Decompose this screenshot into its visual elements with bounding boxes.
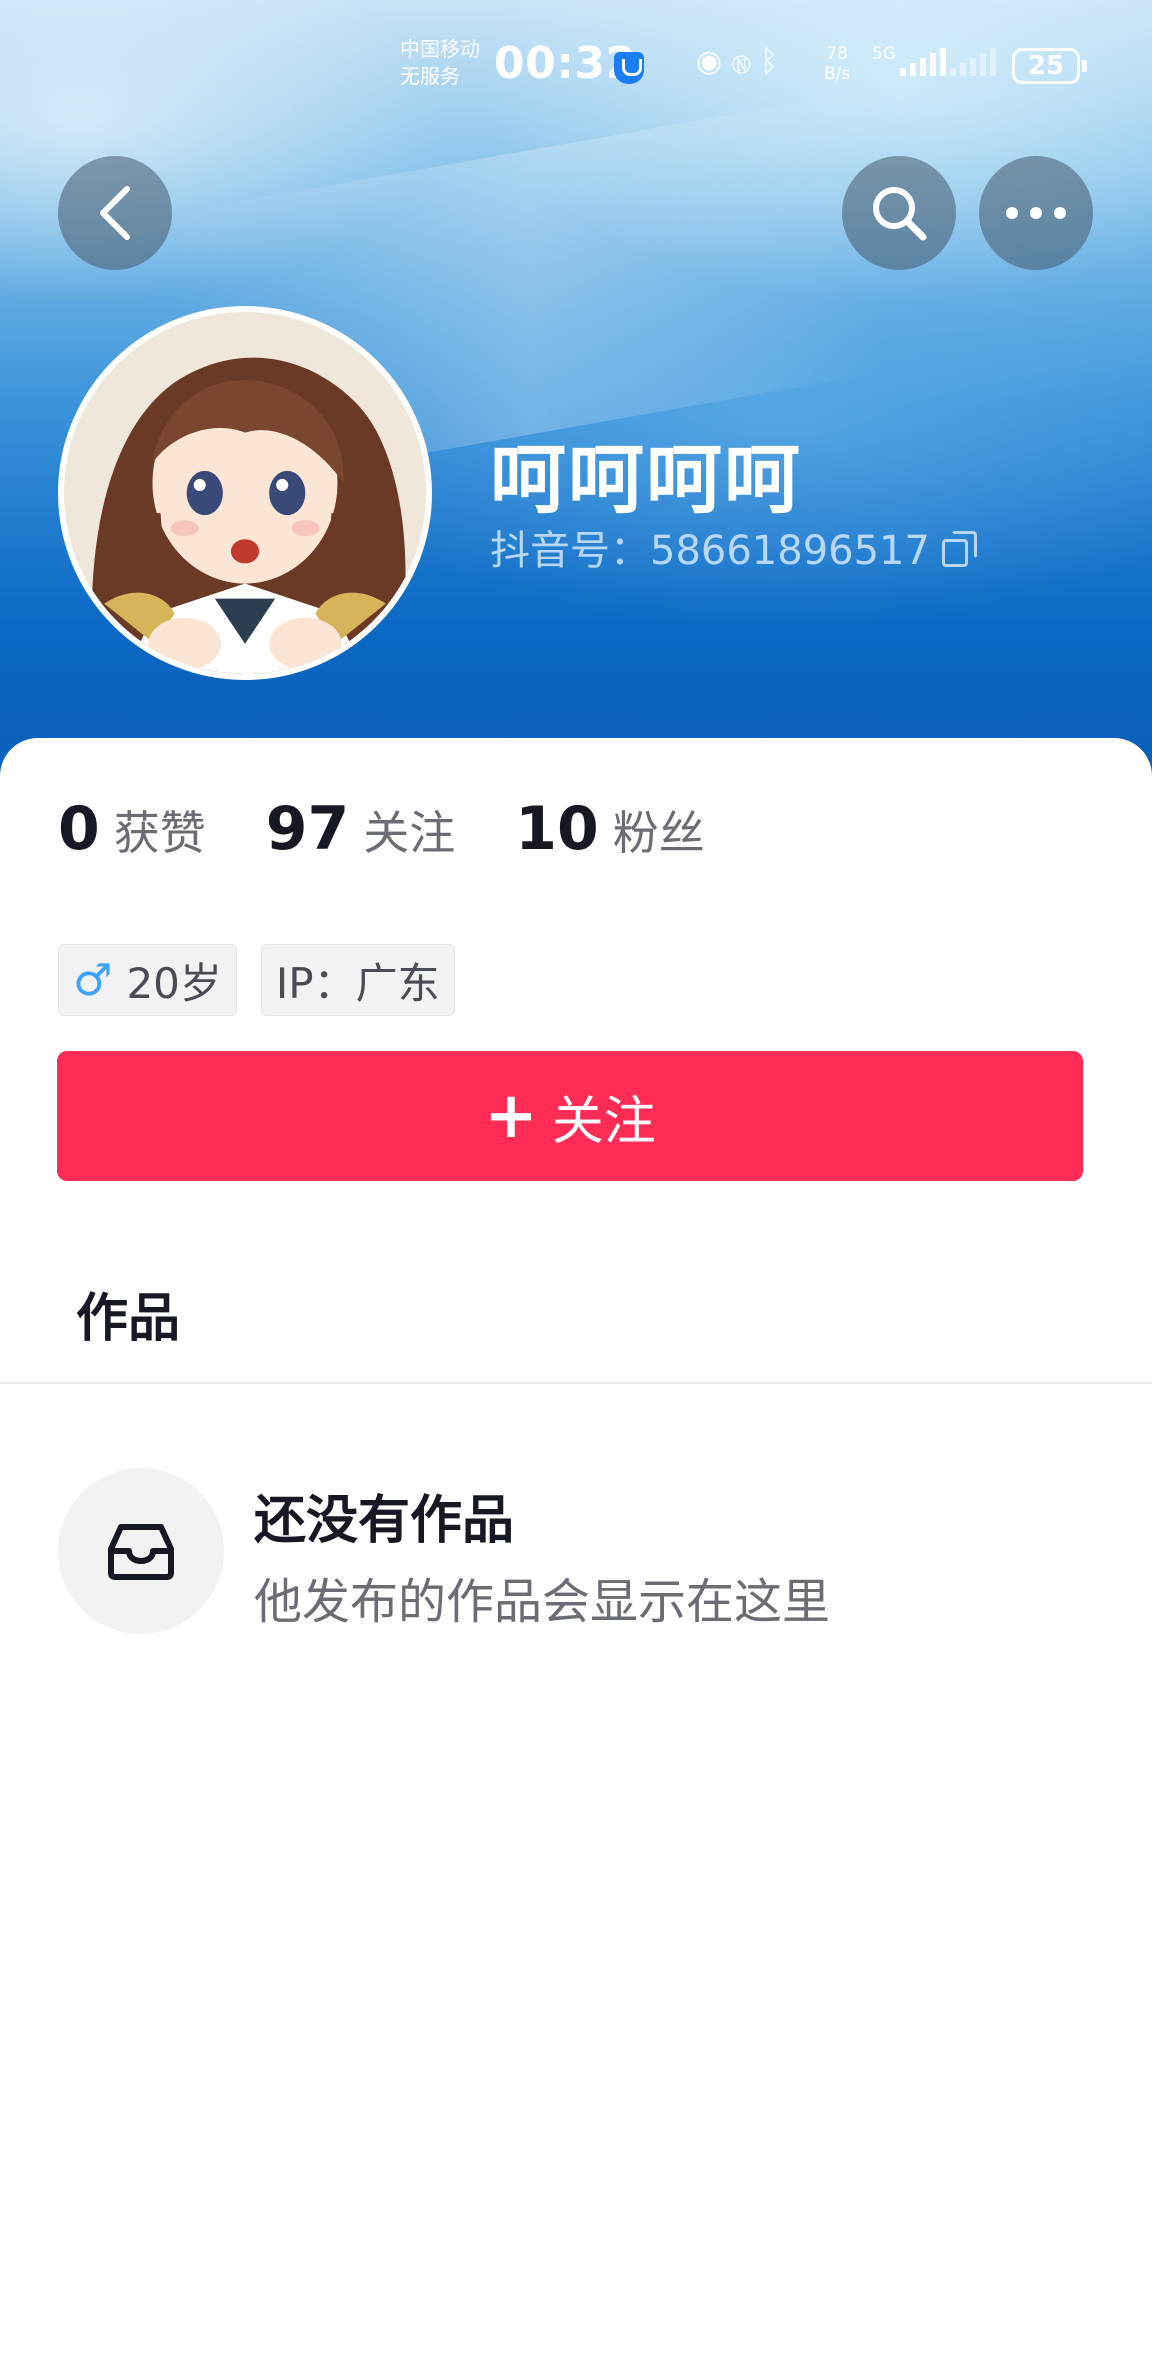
profile-name: 呵呵呵呵	[490, 435, 802, 524]
douyin-id-label: 抖音号：58661896517	[490, 528, 930, 574]
age-text: 20岁	[126, 958, 222, 1008]
inbox-icon	[108, 1524, 174, 1580]
followers-label: 粉丝	[612, 806, 705, 860]
following-count: 97	[265, 794, 350, 864]
shield-icon	[614, 52, 644, 84]
followers-count: 10	[515, 794, 599, 864]
avatar[interactable]	[58, 306, 432, 680]
empty-state-subtitle: 他发布的作品会显示在这里	[254, 1574, 831, 1630]
likes-count: 0	[58, 794, 100, 864]
douyin-id-row[interactable]: 抖音号：58661896517	[490, 518, 977, 576]
male-icon: ♂	[73, 954, 113, 1006]
following-label: 关注	[363, 806, 456, 860]
chevron-left-icon	[100, 186, 130, 240]
tab-divider	[0, 1382, 1152, 1384]
stats-row: 0 获赞 97 关注 10 粉丝	[58, 794, 765, 864]
net-speed-unit: B/s	[824, 64, 851, 84]
empty-state-title: 还没有作品	[254, 1491, 515, 1551]
profile-tags: ♂ 20岁 IP：广东	[58, 944, 455, 1016]
stat-followers[interactable]: 10 粉丝	[515, 794, 705, 864]
profile-page: 中国移动 无服务 00:32 ◉Ⓝᛒ 78 B/s 5G 25 呵呵呵呵 抖音号…	[0, 0, 1152, 2376]
follow-button[interactable]: + 关注	[57, 1051, 1083, 1181]
net-speed-value: 78	[826, 44, 848, 64]
age-tag: ♂ 20岁	[58, 944, 237, 1016]
signal-bars-secondary-icon	[950, 48, 996, 76]
empty-state-icon-wrap	[58, 1468, 224, 1634]
stat-likes[interactable]: 0 获赞	[58, 794, 206, 864]
battery-indicator: 25	[1012, 48, 1087, 84]
bluetooth-icon: ᛒ	[760, 44, 789, 79]
search-icon	[873, 187, 927, 241]
ip-text: IP：广东	[275, 958, 440, 1008]
status-bar: 中国移动 无服务 00:32 ◉Ⓝᛒ 78 B/s 5G 25	[0, 0, 1152, 130]
likes-label: 获赞	[113, 806, 206, 860]
ip-tag: IP：广东	[260, 944, 455, 1016]
stat-following[interactable]: 97 关注	[266, 794, 456, 864]
carrier-name: 中国移动	[400, 37, 480, 61]
search-button[interactable]	[842, 156, 956, 270]
more-button[interactable]	[979, 156, 1093, 270]
hd-call-icon: ◉	[696, 44, 733, 79]
plus-icon: +	[484, 1079, 538, 1153]
avatar-image	[64, 312, 426, 674]
network-type: 5G	[872, 44, 896, 64]
nfc-icon: Ⓝ	[732, 44, 761, 79]
status-icons: ◉Ⓝᛒ	[696, 44, 788, 79]
tab-works[interactable]: 作品	[76, 1276, 180, 1351]
more-horizontal-icon	[1006, 207, 1066, 219]
carrier-service: 无服务	[400, 64, 460, 88]
signal-bars-icon	[900, 48, 946, 76]
copy-icon[interactable]	[941, 531, 977, 567]
follow-button-label: 关注	[551, 1091, 656, 1152]
profile-card: 0 获赞 97 关注 10 粉丝 ♂ 20岁 IP：广东 + 关注 作品 还没有…	[0, 738, 1152, 2376]
back-button[interactable]	[58, 156, 172, 270]
net-speed: 78 B/s	[824, 44, 850, 84]
carrier-info: 中国移动 无服务	[400, 36, 480, 90]
douyin-id-value: 58661896517	[650, 528, 930, 574]
